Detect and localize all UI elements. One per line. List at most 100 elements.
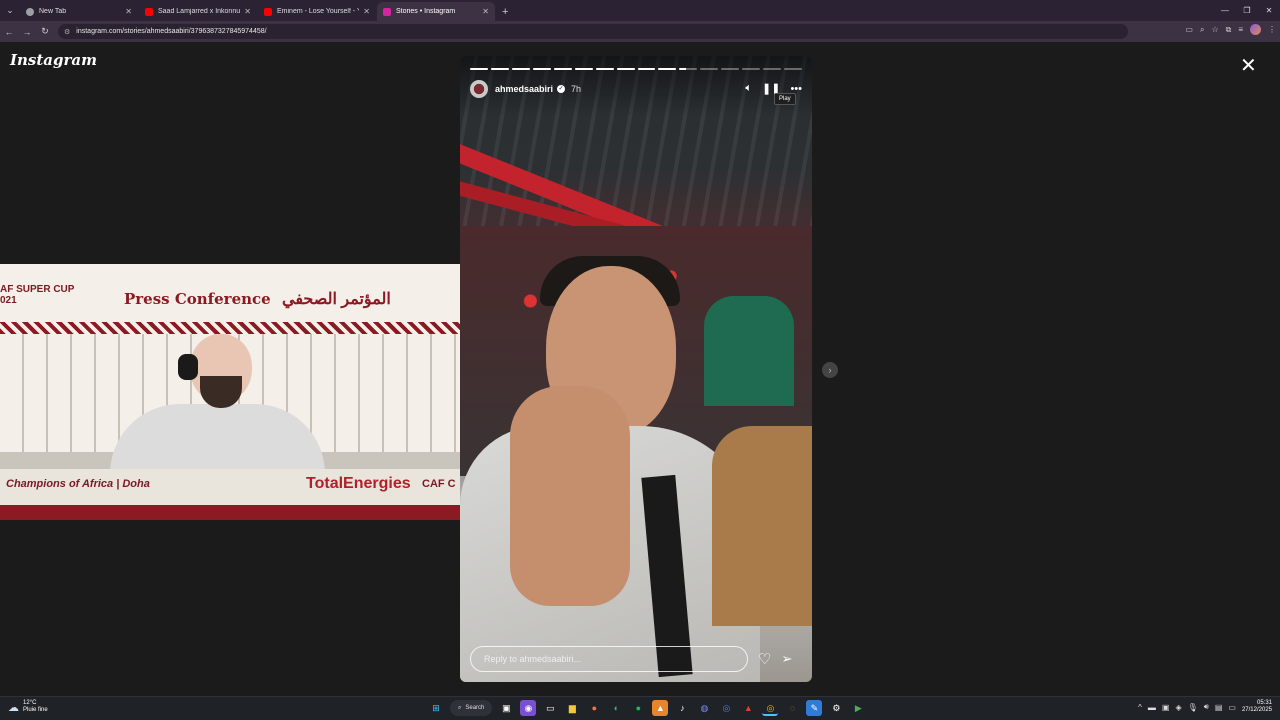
- settings-gear-icon[interactable]: ⚙: [828, 700, 844, 716]
- story-progress-segment: [700, 68, 719, 70]
- tab-search-button[interactable]: ⌄: [0, 0, 20, 21]
- window-controls: — ❐ ✕: [1214, 0, 1280, 21]
- picture-in-picture-video[interactable]: AF SUPER CUP 021 Press Conference المؤتم…: [0, 264, 462, 520]
- url-text: instagram.com/stories/ahmedsaabiri/37963…: [76, 28, 267, 35]
- like-heart-icon[interactable]: ♡: [758, 650, 771, 668]
- tab-close-icon[interactable]: ✕: [482, 7, 489, 16]
- share-send-icon[interactable]: ➢: [781, 651, 792, 667]
- start-windows-icon[interactable]: ⊞: [428, 700, 444, 716]
- app-orange-icon[interactable]: ▲: [652, 700, 669, 716]
- search-label: Search: [465, 705, 485, 711]
- toolbar-icons: ▭ ⌕ ☆ ⧉ ≡ ⋮: [1185, 24, 1276, 35]
- tab-title: Eminem - Lose Yourself - YouTu: [277, 8, 359, 15]
- tray-app-icon[interactable]: ▬: [1148, 703, 1156, 712]
- browser-toolbar: ← → ↻ ⚙ instagram.com/stories/ahmedsaabi…: [0, 21, 1280, 42]
- story-progress-segment: [616, 68, 635, 70]
- play-app-icon[interactable]: ▶: [850, 700, 866, 716]
- instagram-logo[interactable]: Instagram: [10, 51, 97, 69]
- story-progress-segment: [595, 68, 614, 70]
- microphone-icon[interactable]: 🎙︎: [1188, 703, 1198, 712]
- app-icon[interactable]: ◉: [520, 700, 537, 716]
- reply-input[interactable]: [470, 646, 748, 672]
- minimize-icon[interactable]: —: [1214, 6, 1236, 15]
- back-icon[interactable]: ←: [0, 27, 18, 37]
- windows-taskbar: ☁ 12°C Pluie fine ⊞ ⌕ Search ▣ ◉ ▭ ▆ ● ◐ …: [0, 696, 1280, 720]
- banner-pattern: [0, 322, 462, 334]
- bookmark-star-icon[interactable]: ☆: [1211, 25, 1218, 34]
- story-progress-segment: [742, 68, 761, 70]
- verified-badge-icon: ✓: [557, 85, 566, 93]
- new-tab-button[interactable]: +: [496, 2, 514, 21]
- chevron-up-icon[interactable]: ^: [1138, 703, 1142, 712]
- chrome-active-icon[interactable]: ◎: [762, 700, 779, 716]
- story-progress-segment: [574, 68, 593, 70]
- tab-close-icon[interactable]: ✕: [125, 7, 132, 16]
- task-view-icon[interactable]: ▣: [498, 700, 514, 716]
- tab-eminem[interactable]: Eminem - Lose Yourself - YouTu ✕: [258, 2, 376, 21]
- story-progress-segment: [784, 68, 802, 70]
- extensions-icon[interactable]: ⧉: [1226, 25, 1232, 35]
- tab-instagram-stories[interactable]: Stories • Instagram ✕: [377, 2, 495, 21]
- story-progress-fill: [595, 68, 614, 70]
- champions-of-africa-text: Champions of Africa | Doha: [6, 478, 150, 490]
- story-progress-fill: [490, 68, 509, 70]
- tab-saad-lamjarred[interactable]: Saad Lamjarred x Inkonnu x Af ✕: [139, 2, 257, 21]
- battery-icon[interactable]: ▭: [1228, 703, 1236, 712]
- reading-list-icon[interactable]: ≡: [1238, 25, 1243, 34]
- story-progress-fill: [574, 68, 593, 70]
- story-progress-fill: [616, 68, 635, 70]
- tab-title: New Tab: [39, 8, 67, 15]
- taskbar-search[interactable]: ⌕ Search: [450, 700, 493, 716]
- mute-toggle-icon[interactable]: 🔈︎: [745, 82, 752, 95]
- address-bar[interactable]: ⚙ instagram.com/stories/ahmedsaabiri/379…: [58, 24, 1128, 39]
- forward-icon[interactable]: →: [18, 27, 36, 37]
- spectator-tan-jacket: [712, 426, 812, 626]
- story-progress-segment: [658, 68, 677, 70]
- next-story-arrow-icon[interactable]: ›: [822, 362, 838, 378]
- menu-kebab-icon[interactable]: ⋮: [1268, 25, 1276, 34]
- story-username[interactable]: ahmedsaabiri: [495, 84, 553, 94]
- clock-date: 27/12/2025: [1241, 707, 1272, 713]
- press-conference-title: Press Conference: [124, 290, 271, 308]
- tray-app-icon[interactable]: ▣: [1162, 703, 1170, 712]
- close-story-icon[interactable]: ✕: [1240, 56, 1257, 76]
- cast-icon[interactable]: ▭: [1185, 25, 1193, 34]
- media-app-icon[interactable]: ▭: [542, 700, 558, 716]
- discord-icon[interactable]: ◍: [696, 700, 712, 716]
- story-viewer[interactable]: ahmedsaabiri ✓ 7h 🔈︎ ❚❚ ••• Play ♡ ➢: [460, 56, 812, 682]
- tab-close-icon[interactable]: ✕: [363, 7, 370, 16]
- app-icon[interactable]: ◌: [784, 700, 800, 716]
- weather-widget[interactable]: ☁ 12°C Pluie fine: [8, 700, 48, 714]
- volume-icon[interactable]: 🔊︎: [1204, 702, 1209, 712]
- profile-avatar[interactable]: [1250, 24, 1261, 35]
- network-icon[interactable]: ▤: [1215, 703, 1223, 712]
- zoom-icon[interactable]: ⌕: [1200, 25, 1204, 35]
- youtube-favicon-icon: [264, 7, 272, 16]
- tray-app-icon[interactable]: ◈: [1175, 703, 1181, 712]
- firefox-icon[interactable]: ●: [586, 700, 602, 716]
- chrome-icon[interactable]: ◎: [718, 700, 734, 716]
- edge-icon[interactable]: ◐: [608, 700, 624, 716]
- instagram-stories-page: Instagram ✕ AF SUPER CUP 021 Press Confe…: [0, 42, 1280, 696]
- weather-desc: Pluie fine: [23, 707, 48, 713]
- restore-icon[interactable]: ❐: [1236, 6, 1258, 15]
- spectator-green-jacket: [704, 296, 794, 406]
- tab-close-icon[interactable]: ✕: [244, 7, 251, 16]
- site-info-icon[interactable]: ⚙: [64, 28, 70, 36]
- avatar[interactable]: [470, 80, 488, 98]
- tab-new-tab[interactable]: New Tab ✕: [20, 2, 138, 21]
- file-explorer-icon[interactable]: ▆: [564, 700, 580, 716]
- taskbar-clock[interactable]: 05:31 27/12/2025: [1242, 700, 1272, 714]
- music-app-icon[interactable]: ♪: [674, 700, 690, 716]
- reload-icon[interactable]: ↻: [36, 26, 54, 37]
- tab-title: Saad Lamjarred x Inkonnu x Af: [158, 8, 241, 15]
- adobe-icon[interactable]: ▲: [740, 700, 756, 716]
- story-progress-segment: [511, 68, 530, 70]
- app-icon[interactable]: ✎: [806, 700, 823, 716]
- story-progress-fill: [553, 68, 572, 70]
- close-window-icon[interactable]: ✕: [1258, 6, 1280, 15]
- spotify-icon[interactable]: ●: [630, 700, 646, 716]
- rain-cloud-icon: ☁: [8, 701, 19, 714]
- story-progress-fill: [679, 68, 686, 70]
- system-tray: ^ ▬ ▣ ◈ 🎙︎ 🔊︎ ▤ ▭ 05:31 27/12/2025: [1138, 700, 1272, 714]
